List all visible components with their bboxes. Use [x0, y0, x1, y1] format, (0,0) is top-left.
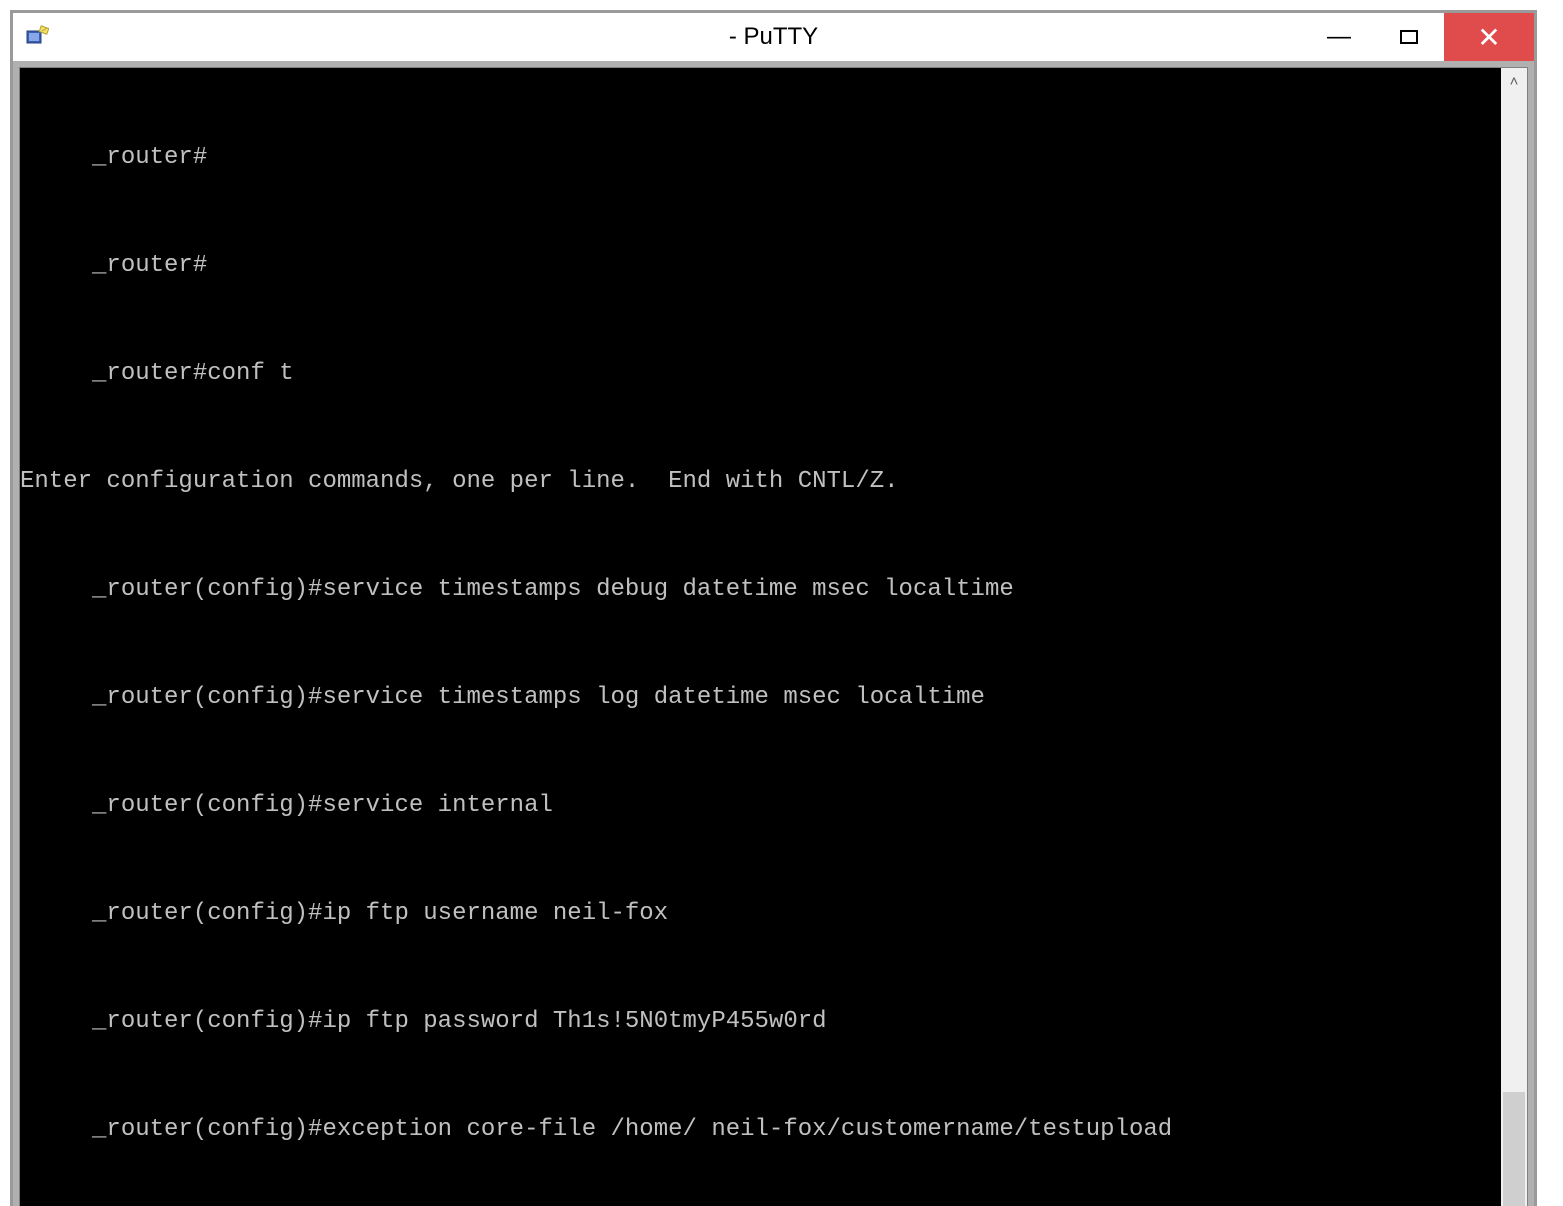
terminal-line: _router#: [20, 140, 1501, 176]
terminal-line: _router(config)#service internal: [20, 788, 1501, 824]
putty-window: - PuTTY — ✕ _router# _router# _router#co…: [10, 10, 1537, 1206]
maximize-icon: [1400, 23, 1418, 51]
terminal-output[interactable]: _router# _router# _router#conf t Enter c…: [20, 68, 1501, 1206]
client-area: _router# _router# _router#conf t Enter c…: [19, 67, 1528, 1206]
terminal-line: _router(config)#exception core-file /hom…: [20, 1112, 1501, 1148]
minimize-icon: —: [1327, 23, 1351, 51]
window-controls: — ✕: [1304, 13, 1534, 61]
minimize-button[interactable]: —: [1304, 13, 1374, 61]
putty-icon: [25, 25, 49, 49]
terminal-line: _router(config)#ip ftp password Th1s!5N0…: [20, 1004, 1501, 1040]
terminal-line: _router(config)#ip ftp username neil-fox: [20, 896, 1501, 932]
scrollbar-track[interactable]: [1501, 94, 1527, 1206]
terminal-line: Enter configuration commands, one per li…: [20, 464, 1501, 500]
window-title: - PuTTY: [729, 23, 818, 51]
terminal-line: _router#: [20, 248, 1501, 284]
scrollbar-thumb[interactable]: [1503, 1092, 1525, 1206]
vertical-scrollbar[interactable]: ˄ ˅: [1501, 68, 1527, 1206]
terminal-line: _router(config)#service timestamps log d…: [20, 680, 1501, 716]
close-icon: ✕: [1477, 21, 1500, 54]
title-bar[interactable]: - PuTTY — ✕: [13, 13, 1534, 61]
chevron-up-icon: ˄: [1510, 73, 1519, 90]
scroll-up-button[interactable]: ˄: [1501, 68, 1527, 94]
close-button[interactable]: ✕: [1444, 13, 1534, 61]
terminal-line: _router#conf t: [20, 356, 1501, 392]
maximize-button[interactable]: [1374, 13, 1444, 61]
